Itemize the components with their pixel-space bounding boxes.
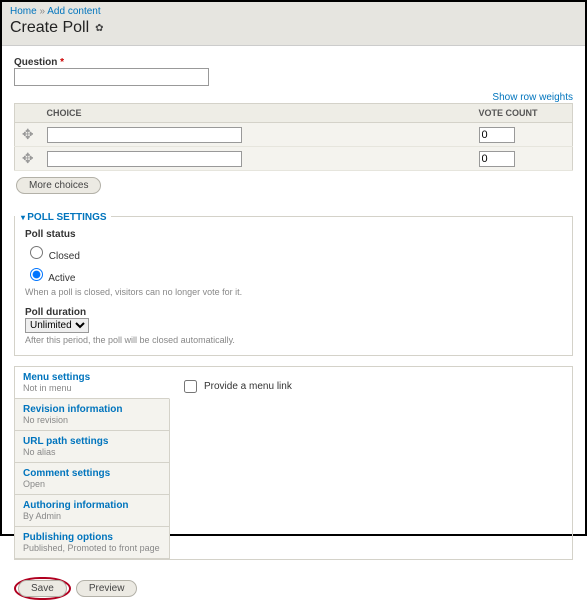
- vtab-title: URL path settings: [23, 436, 161, 447]
- choice-input[interactable]: [47, 127, 242, 143]
- poll-duration-select[interactable]: Unlimited: [25, 318, 89, 333]
- row-weights-toggle: Show row weights: [14, 92, 573, 103]
- vtab-summary: No revision: [23, 415, 161, 425]
- vote-count-input[interactable]: [479, 127, 515, 143]
- vtab-title: Menu settings: [23, 372, 161, 383]
- breadcrumb: Home » Add content: [10, 6, 577, 17]
- vtab-comment-settings[interactable]: Comment settings Open: [15, 463, 169, 495]
- save-button[interactable]: Save: [18, 580, 67, 597]
- poll-settings-legend[interactable]: POLL SETTINGS: [15, 208, 111, 225]
- show-row-weights-link[interactable]: Show row weights: [492, 92, 573, 103]
- vtab-publishing-options[interactable]: Publishing options Published, Promoted t…: [15, 527, 169, 559]
- top-bar: Home » Add content Create Poll ✿: [2, 2, 585, 46]
- vote-count-header: VOTE COUNT: [473, 104, 573, 123]
- vtab-summary: Published, Promoted to front page: [23, 543, 161, 553]
- table-row: ✥: [15, 123, 573, 147]
- more-choices-button[interactable]: More choices: [16, 177, 101, 194]
- menu-link-checkbox[interactable]: [184, 380, 197, 393]
- required-marker: *: [60, 57, 64, 68]
- poll-status-active-text: Active: [48, 273, 75, 284]
- poll-status-closed[interactable]: Closed: [25, 243, 562, 262]
- vtab-summary: Not in menu: [23, 383, 161, 393]
- vtab-authoring-information[interactable]: Authoring information By Admin: [15, 495, 169, 527]
- vertical-tabs-pane: Provide a menu link: [170, 367, 572, 559]
- question-field-wrapper: Question *: [14, 56, 573, 86]
- preview-button[interactable]: Preview: [76, 580, 138, 597]
- form-actions: Save Preview: [2, 570, 585, 611]
- vtab-summary: By Admin: [23, 511, 161, 521]
- vertical-tabs: Menu settings Not in menu Revision infor…: [14, 366, 573, 560]
- breadcrumb-add-content[interactable]: Add content: [47, 6, 100, 17]
- vtab-title: Publishing options: [23, 532, 161, 543]
- page-title: Create Poll ✿: [10, 19, 577, 37]
- poll-settings-panel: POLL SETTINGS Poll status Closed Active …: [14, 208, 573, 356]
- question-label: Question *: [14, 57, 64, 68]
- save-highlight-circle: Save: [14, 577, 71, 600]
- vtab-url-path-settings[interactable]: URL path settings No alias: [15, 431, 169, 463]
- main-content: Question * Show row weights CHOICE VOTE …: [2, 46, 585, 570]
- poll-duration-desc: After this period, the poll will be clos…: [25, 335, 562, 345]
- poll-status-active[interactable]: Active: [25, 265, 562, 284]
- vtab-summary: Open: [23, 479, 161, 489]
- choice-header: CHOICE: [41, 104, 473, 123]
- page-title-text: Create Poll: [10, 19, 89, 37]
- vtab-revision-information[interactable]: Revision information No revision: [15, 399, 169, 431]
- poll-status-label: Poll status: [25, 229, 562, 240]
- drag-handle-icon[interactable]: ✥: [15, 147, 41, 171]
- choices-table: CHOICE VOTE COUNT ✥ ✥: [14, 103, 573, 171]
- menu-link-text: Provide a menu link: [204, 381, 292, 392]
- choice-input[interactable]: [47, 151, 242, 167]
- gear-icon[interactable]: ✿: [95, 23, 103, 34]
- vertical-tabs-list: Menu settings Not in menu Revision infor…: [15, 367, 170, 559]
- vote-count-input[interactable]: [479, 151, 515, 167]
- drag-handle-icon[interactable]: ✥: [15, 123, 41, 147]
- poll-status-desc: When a poll is closed, visitors can no l…: [25, 287, 562, 297]
- table-row: ✥: [15, 147, 573, 171]
- poll-status-closed-text: Closed: [49, 251, 80, 262]
- question-label-text: Question: [14, 57, 57, 68]
- poll-status-closed-radio[interactable]: [30, 246, 43, 259]
- poll-duration-label: Poll duration: [25, 307, 562, 318]
- vtab-menu-settings[interactable]: Menu settings Not in menu: [15, 367, 170, 399]
- vtab-title: Authoring information: [23, 500, 161, 511]
- vtab-title: Comment settings: [23, 468, 161, 479]
- vtab-summary: No alias: [23, 447, 161, 457]
- menu-link-checkbox-label[interactable]: Provide a menu link: [180, 377, 562, 396]
- poll-status-active-radio[interactable]: [30, 268, 43, 281]
- question-input[interactable]: [14, 68, 209, 86]
- breadcrumb-home[interactable]: Home: [10, 6, 37, 17]
- vtab-title: Revision information: [23, 404, 161, 415]
